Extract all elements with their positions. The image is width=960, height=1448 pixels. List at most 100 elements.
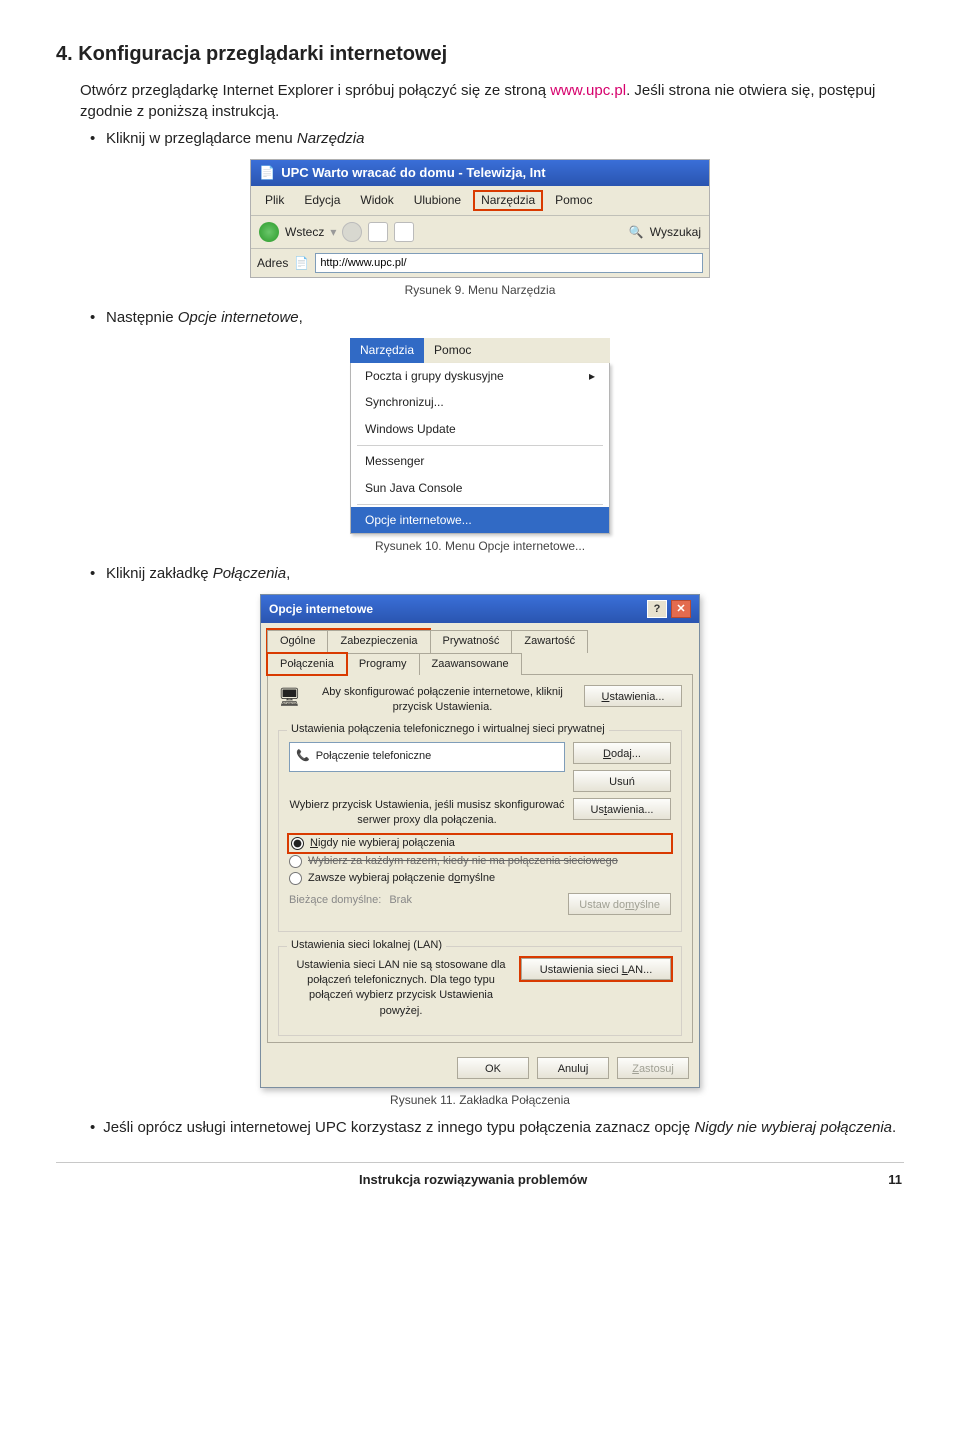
back-label[interactable]: Wstecz (285, 224, 324, 241)
caption-9: Rysunek 9. Menu Narzędzia (56, 282, 904, 299)
menu-widok[interactable]: Widok (352, 190, 401, 211)
tab-zabezpieczenia[interactable]: Zabezpieczenia (327, 630, 430, 652)
page-footer: Instrukcja rozwiązywania problemów 11 (56, 1171, 904, 1199)
tab-programy[interactable]: Programy (346, 653, 420, 675)
figure-10: Narzędzia Pomoc Poczta i grupy dyskusyjn… (56, 338, 904, 535)
bullet-3-text: Kliknij zakładkę (106, 565, 213, 582)
ustawienia-button[interactable]: UUstawienia...stawienia... (584, 685, 682, 707)
menu-pomoc[interactable]: Pomoc (547, 190, 600, 211)
address-input[interactable] (315, 253, 703, 273)
proxy-text: Wybierz przycisk Ustawienia, jeśli musis… (289, 798, 565, 829)
radio-nigdy-input[interactable] (291, 837, 304, 850)
bullet-2-text: Następnie (106, 309, 178, 326)
config-text: Aby skonfigurować połączenie internetowe… (309, 685, 576, 716)
back-icon[interactable] (259, 222, 279, 242)
group-dialup-title: Ustawienia połączenia telefonicznego i w… (287, 722, 609, 737)
bullet-1: • Kliknij w przeglądarce menu Narzędzia (90, 128, 904, 149)
dd-separator (357, 445, 603, 446)
lan-text: Ustawienia sieci LAN nie są stosowane dl… (289, 958, 513, 1020)
ok-button[interactable]: OK (457, 1057, 529, 1079)
bullet-3: • Kliknij zakładkę Połączenia, (90, 563, 904, 584)
radio-kazdym-label: Wybierz za każdym razem, kiedy nie ma po… (308, 854, 618, 869)
tab-polaczenia[interactable]: Połączenia (267, 653, 347, 675)
lan-settings-button[interactable]: Ustawienia sieci LAN... (521, 958, 671, 980)
intro-paragraph: Otwórz przeglądarkę Internet Explorer i … (80, 80, 904, 122)
usun-button[interactable]: Usuń (573, 770, 671, 792)
dd-item-opcje[interactable]: Opcje internetowe... (351, 507, 609, 534)
dialog-titlebar: Opcje internetowe ? ✕ (261, 595, 699, 623)
page-small-icon: 📄 (294, 255, 309, 272)
dd-item-sync[interactable]: Synchronizuj... (351, 389, 609, 416)
group-lan: Ustawienia sieci lokalnej (LAN) Ustawien… (278, 946, 682, 1037)
bullet-4-post: . (892, 1119, 896, 1136)
connection-listbox[interactable]: 📞 Połączenie telefoniczne (289, 742, 565, 772)
upc-link[interactable]: www.upc.pl (550, 82, 626, 99)
search-label[interactable]: Wyszukaj (650, 224, 701, 241)
bullet-dot: • (90, 563, 98, 584)
tab-zaawansowane[interactable]: Zaawansowane (419, 653, 522, 675)
dialog-footer: OK Anuluj Zastosuj (261, 1049, 699, 1087)
bullet-4: • Jeśli oprócz usługi internetowej UPC k… (90, 1117, 904, 1138)
tab-zawartosc[interactable]: Zawartość (511, 630, 588, 652)
connection-item: Połączenie telefoniczne (316, 749, 432, 764)
bullet-3-post: , (286, 565, 290, 582)
dd-item-winupdate[interactable]: Windows Update (351, 416, 609, 443)
dialog-body: 🖥 Aby skonfigurować połączenie interneto… (267, 674, 693, 1043)
ie-address-row: Adres 📄 (251, 249, 709, 277)
anuluj-button[interactable]: Anuluj (537, 1057, 609, 1079)
caption-11: Rysunek 11. Zakładka Połączenia (56, 1092, 904, 1109)
figure-9: 📄 UPC Warto wracać do domu - Telewizja, … (56, 159, 904, 278)
tab-ogolne[interactable]: Ogólne (267, 630, 328, 652)
bullet-1-text: Kliknij w przeglądarce menu (106, 130, 297, 147)
ie-toolbar: Wstecz ▾ 🔍 Wyszukaj (251, 216, 709, 249)
radio-nigdy-label: Nigdy nie wybieraj połączenia (310, 836, 455, 851)
bullet-4-text: Jeśli oprócz usługi internetowej UPC kor… (103, 1119, 694, 1136)
menu-plik[interactable]: Plik (257, 190, 292, 211)
dd-tab-pomoc[interactable]: Pomoc (424, 338, 481, 363)
ie-page-icon: 📄 (259, 164, 275, 182)
refresh-icon[interactable] (394, 222, 414, 242)
toolbar-sep: ▾ (330, 224, 336, 241)
dialog-tabs: Ogólne Zabezpieczenia Prywatność Zawarto… (261, 623, 699, 674)
dd-item-java[interactable]: Sun Java Console (351, 475, 609, 502)
dodaj-button[interactable]: Dodaj... (573, 742, 671, 764)
forward-icon[interactable] (342, 222, 362, 242)
default-value: Brak (389, 893, 412, 908)
help-button[interactable]: ? (647, 600, 667, 618)
caption-10: Rysunek 10. Menu Opcje internetowe... (56, 538, 904, 555)
ie-menubar: Plik Edycja Widok Ulubione Narzędzia Pom… (251, 186, 709, 216)
ustawienia2-button[interactable]: Ustawienia... (573, 798, 671, 820)
radio-zawsze[interactable]: Zawsze wybieraj połączenie domyślne (289, 871, 671, 886)
bullet-dot: • (90, 128, 98, 149)
radio-zawsze-input[interactable] (289, 872, 302, 885)
menu-edycja[interactable]: Edycja (296, 190, 348, 211)
group-lan-title: Ustawienia sieci lokalnej (LAN) (287, 938, 446, 953)
menu-ulubione[interactable]: Ulubione (406, 190, 469, 211)
radio-kazdym[interactable]: Wybierz za każdym razem, kiedy nie ma po… (289, 854, 671, 869)
stop-icon[interactable] (368, 222, 388, 242)
ustaw-domyslne-button: Ustaw domyślne (568, 893, 671, 915)
dd-tab-narzedzia[interactable]: Narzędzia (350, 338, 424, 363)
dd-item-messenger[interactable]: Messenger (351, 448, 609, 475)
radio-nigdy[interactable]: Nigdy nie wybieraj połączenia (289, 835, 671, 852)
bullet-dot: • (90, 307, 98, 328)
bullet-3-em: Połączenia (213, 565, 286, 582)
dd-item-poczta[interactable]: Poczta i grupy dyskusyjne▸ (351, 363, 609, 390)
section-heading: 4. Konfiguracja przeglądarki internetowe… (56, 40, 904, 68)
globe-icon: 🖥 (278, 685, 301, 710)
bullet-2-em: Opcje internetowe (178, 309, 299, 326)
search-icon[interactable]: 🔍 (629, 224, 644, 241)
dd-separator (357, 504, 603, 505)
figure-11: Opcje internetowe ? ✕ Ogólne Zabezpiecze… (56, 594, 904, 1088)
phone-icon: 📞 (296, 749, 310, 764)
tab-prywatnosc[interactable]: Prywatność (430, 630, 513, 652)
close-button[interactable]: ✕ (671, 600, 691, 618)
bullet-2-post: , (299, 309, 303, 326)
radio-kazdym-input[interactable] (289, 855, 302, 868)
ie-title-text: UPC Warto wracać do domu - Telewizja, In… (281, 164, 545, 182)
ie-titlebar: 📄 UPC Warto wracać do domu - Telewizja, … (251, 160, 709, 186)
footer-rule (56, 1162, 904, 1163)
footer-title: Instrukcja rozwiązywania problemów (359, 1171, 587, 1189)
menu-narzedzia[interactable]: Narzędzia (473, 190, 543, 211)
group-dialup: Ustawienia połączenia telefonicznego i w… (278, 730, 682, 932)
